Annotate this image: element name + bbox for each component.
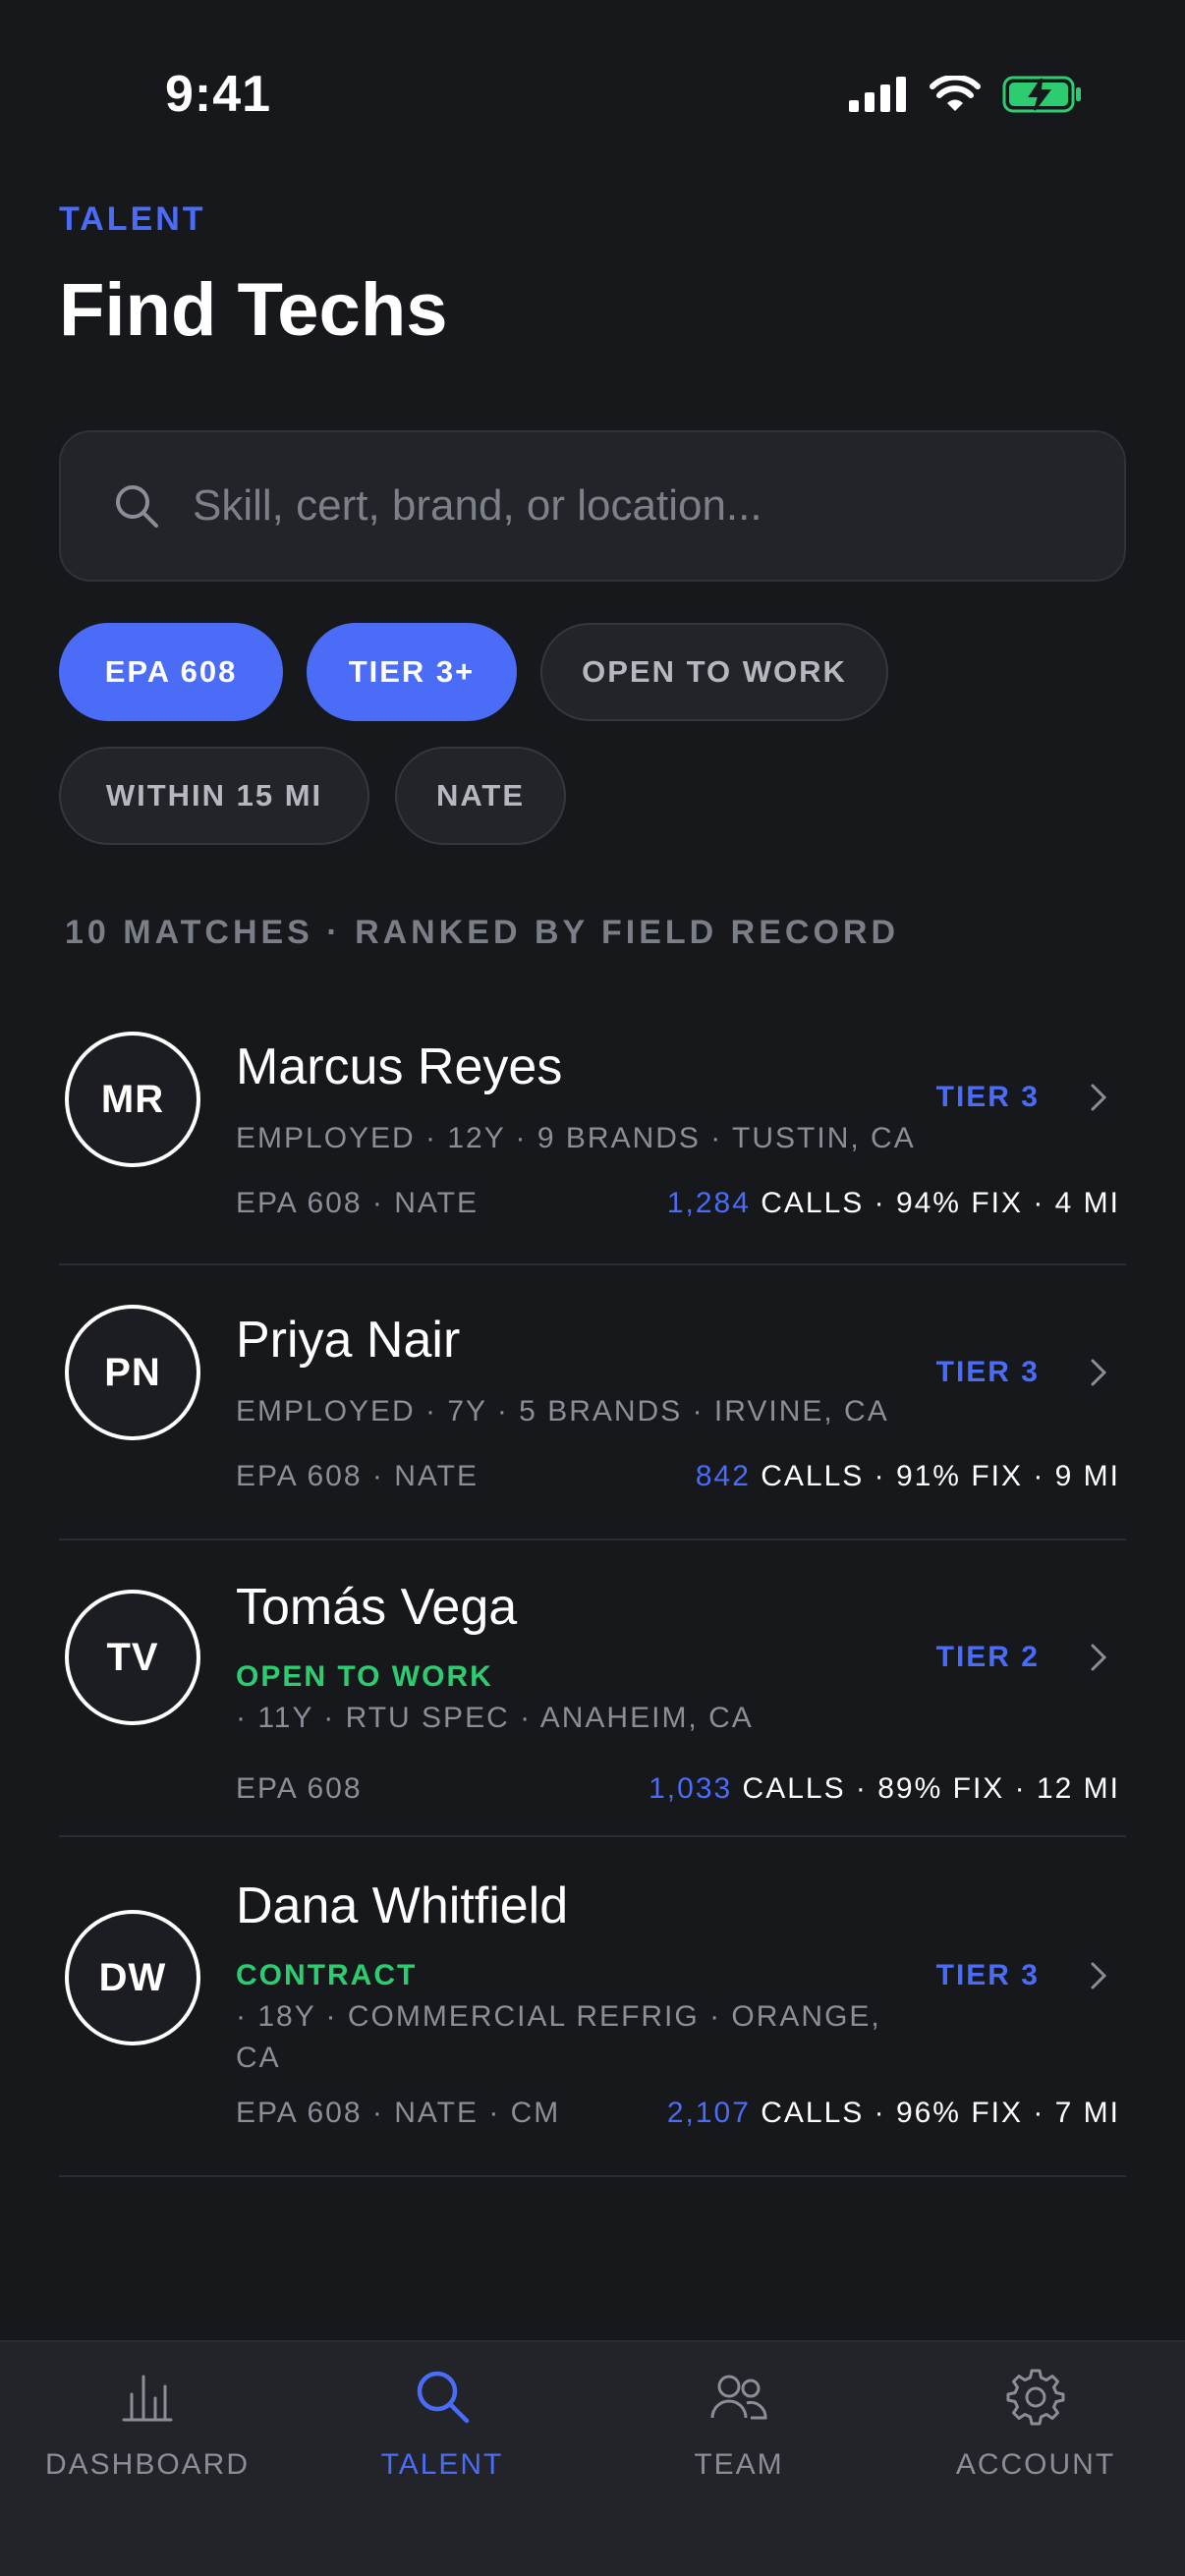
tech-stats: 2,107 CALLS · 96% FIX · 7 MI — [667, 2097, 1120, 2130]
status-time: 9:41 — [165, 66, 272, 123]
chevron-right-icon — [1091, 1359, 1107, 1386]
stats-rest: CALLS · 89% FIX · 12 MI — [732, 1772, 1120, 1805]
filter-chip-within-15-mi[interactable]: WITHIN 15 MI — [59, 747, 369, 845]
page-title: Find Techs — [59, 268, 448, 352]
avatar: DW — [65, 1910, 200, 2045]
filter-chip-epa-608[interactable]: EPA 608 — [59, 623, 283, 721]
tab-dashboard[interactable]: DASHBOARD — [0, 2342, 295, 2539]
tech-certs: EPA 608 — [236, 1772, 363, 1805]
tab-talent[interactable]: TALENT — [295, 2342, 590, 2539]
tech-row-priya-nair[interactable]: PN Priya Nair EMPLOYED · 7Y · 5 BRANDS ·… — [59, 1265, 1126, 1540]
tab-label: ACCOUNT — [955, 2448, 1116, 2481]
section-eyebrow: TALENT — [59, 200, 206, 238]
tech-name: Tomás Vega — [236, 1579, 518, 1636]
chevron-right-icon — [1091, 1644, 1107, 1671]
calls-count: 842 — [695, 1460, 751, 1492]
tab-label: TEAM — [694, 2448, 784, 2481]
tech-details: EMPLOYED · 12Y · 9 BRANDS · TUSTIN, CA — [236, 1122, 916, 1154]
avatar: PN — [65, 1305, 200, 1440]
tab-label: DASHBOARD — [44, 2448, 251, 2481]
tech-name: Dana Whitfield — [236, 1877, 569, 1934]
tech-details: · 11Y · RTU SPEC · ANAHEIM, CA — [236, 1702, 754, 1734]
status-bar: 9:41 — [0, 0, 1185, 147]
stats-rest: CALLS · 96% FIX · 7 MI — [750, 2097, 1120, 2129]
tier-badge: TIER 3 — [935, 1356, 1040, 1388]
battery-charging-icon — [1002, 76, 1081, 113]
tab-team[interactable]: TEAM — [592, 2342, 886, 2539]
tech-name: Priya Nair — [236, 1312, 461, 1369]
tech-status: CONTRACT — [236, 1959, 418, 1991]
filter-chip-tier-3-plus[interactable]: TIER 3+ — [307, 623, 517, 721]
tech-stats: 1,284 CALLS · 94% FIX · 4 MI — [667, 1187, 1120, 1220]
tab-bar: DASHBOARD TALENT TEAM ACCOUNT — [0, 2340, 1185, 2576]
tech-certs: EPA 608 · NATE — [236, 1187, 479, 1219]
calls-count: 2,107 — [666, 2097, 751, 2129]
tier-badge: TIER 3 — [935, 1081, 1040, 1113]
search-input[interactable]: Skill, cert, brand, or location... — [59, 430, 1126, 582]
tab-account[interactable]: ACCOUNT — [888, 2342, 1183, 2539]
tab-label: TALENT — [380, 2448, 504, 2481]
tier-badge: TIER 3 — [935, 1959, 1040, 1991]
filter-chip-nate[interactable]: NATE — [395, 747, 566, 845]
signal-icon — [849, 77, 906, 112]
avatar: MR — [65, 1032, 200, 1167]
tech-stats: 842 CALLS · 91% FIX · 9 MI — [696, 1460, 1120, 1493]
chevron-right-icon — [1091, 1962, 1107, 1989]
tech-row-marcus-reyes[interactable]: MR Marcus Reyes EMPLOYED · 12Y · 9 BRAND… — [59, 973, 1126, 1265]
tech-stats: 1,033 CALLS · 89% FIX · 12 MI — [649, 1772, 1120, 1806]
wifi-icon — [930, 76, 981, 111]
tech-details: · 18Y · COMMERCIAL REFRIG · ORANGE, CA — [236, 2000, 881, 2074]
avatar: TV — [65, 1590, 200, 1725]
tech-details: EMPLOYED · 7Y · 5 BRANDS · IRVINE, CA — [236, 1395, 889, 1428]
people-icon — [710, 2375, 767, 2420]
filter-chip-open-to-work[interactable]: OPEN TO WORK — [540, 623, 888, 721]
tech-status: OPEN TO WORK — [236, 1660, 493, 1693]
search-placeholder: Skill, cert, brand, or location... — [193, 481, 762, 530]
tech-certs: EPA 608 · NATE — [236, 1460, 479, 1492]
tier-badge: TIER 2 — [935, 1641, 1040, 1673]
tech-row-dana-whitfield[interactable]: DW Dana Whitfield CONTRACT · 18Y · COMME… — [59, 1837, 1126, 2177]
status-icons — [849, 75, 1083, 114]
bar-chart-icon — [122, 2375, 173, 2422]
tech-certs: EPA 608 · NATE · CM — [236, 2097, 561, 2129]
stats-rest: CALLS · 94% FIX · 4 MI — [750, 1187, 1120, 1219]
calls-count: 1,033 — [649, 1772, 733, 1805]
gear-icon — [1006, 2369, 1065, 2426]
chevron-right-icon — [1091, 1084, 1107, 1111]
search-icon — [116, 485, 158, 528]
tech-row-tomas-vega[interactable]: TV Tomás Vega OPEN TO WORK · 11Y · RTU S… — [59, 1540, 1126, 1837]
search-icon — [417, 2371, 470, 2424]
tech-name: Marcus Reyes — [236, 1038, 563, 1095]
stats-rest: CALLS · 91% FIX · 9 MI — [750, 1460, 1120, 1492]
calls-count: 1,284 — [666, 1187, 751, 1219]
results-summary: 10 MATCHES · RANKED BY FIELD RECORD — [65, 914, 900, 951]
